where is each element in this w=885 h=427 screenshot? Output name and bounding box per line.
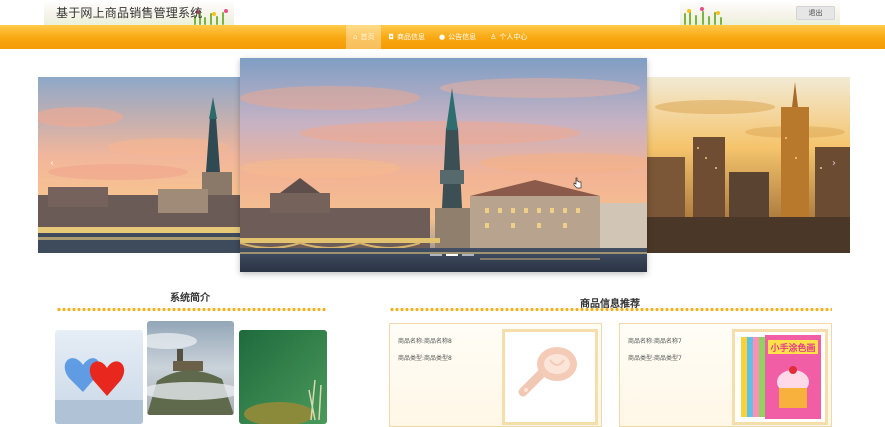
intro-image-hearts[interactable] (55, 330, 143, 424)
carousel-slide-active[interactable] (240, 58, 647, 272)
carousel-dot[interactable] (430, 254, 442, 256)
product-image-egg-separator[interactable] (502, 329, 598, 425)
carousel-next-arrow[interactable]: › (832, 158, 836, 169)
carousel-prev-arrow[interactable]: ‹ (50, 158, 54, 169)
nav-item-label: 个人中心 (499, 33, 528, 41)
product-name: 商品名称:商品名称7 (628, 338, 682, 345)
header: 基于网上商品销售管理系统 退出 (0, 0, 885, 25)
logout-button[interactable]: 退出 (796, 6, 835, 20)
info-icon: ● (439, 33, 446, 41)
nav-item-label: 商品信息 (397, 33, 425, 41)
home-icon: ⌂ (353, 33, 358, 41)
nav-item-announcements[interactable]: ● 公告信息 (432, 25, 483, 49)
user-icon: ♙ (490, 33, 497, 41)
product-name: 商品名称:商品名称8 (398, 338, 452, 345)
carousel-slide-next[interactable] (645, 77, 850, 253)
product-type: 商品类型:商品类型7 (628, 355, 682, 362)
carousel-dot-active[interactable] (446, 254, 458, 256)
intro-image-plant[interactable] (239, 330, 327, 424)
nav-item-products[interactable]: ◘ 商品信息 (381, 25, 432, 49)
carousel-slide-prev[interactable] (38, 77, 256, 253)
product-card[interactable]: 商品名称:商品名称8 商品类型:商品类型8 (389, 323, 602, 427)
nav-item-home[interactable]: ⌂ 首页 (346, 25, 382, 49)
intro-section-title: 系统简介 (170, 293, 210, 304)
hand-cursor-icon (573, 177, 582, 189)
bag-icon: ◘ (388, 33, 394, 41)
main-nav: ⌂ 首页 ◘ 商品信息 ● 公告信息 ♙ 个人中心 (0, 25, 885, 49)
intro-title-underline (56, 307, 327, 312)
site-title: 基于网上商品销售管理系统 (56, 6, 203, 20)
nav-item-label: 首页 (360, 33, 375, 41)
product-image-coloring-books[interactable]: 小手涂色画 (732, 329, 828, 425)
carousel-indicators (430, 254, 474, 256)
image-carousel: ‹ › (0, 58, 885, 274)
book-cover-title: 小手涂色画 (769, 342, 815, 354)
products-title-underline (389, 307, 832, 312)
page: 基于网上商品销售管理系统 退出 ⌂ 首页 ◘ 商品信息 ● 公告信息 ♙ 个人中… (0, 0, 885, 427)
nav-item-label: 公告信息 (448, 33, 477, 41)
intro-image-castle[interactable] (147, 321, 234, 415)
carousel-dot[interactable] (462, 254, 474, 256)
product-type: 商品类型:商品类型8 (398, 355, 452, 362)
product-card[interactable]: 商品名称:商品名称7 商品类型:商品类型7 小手涂色画 (619, 323, 832, 427)
nav-item-profile[interactable]: ♙ 个人中心 (483, 25, 534, 49)
